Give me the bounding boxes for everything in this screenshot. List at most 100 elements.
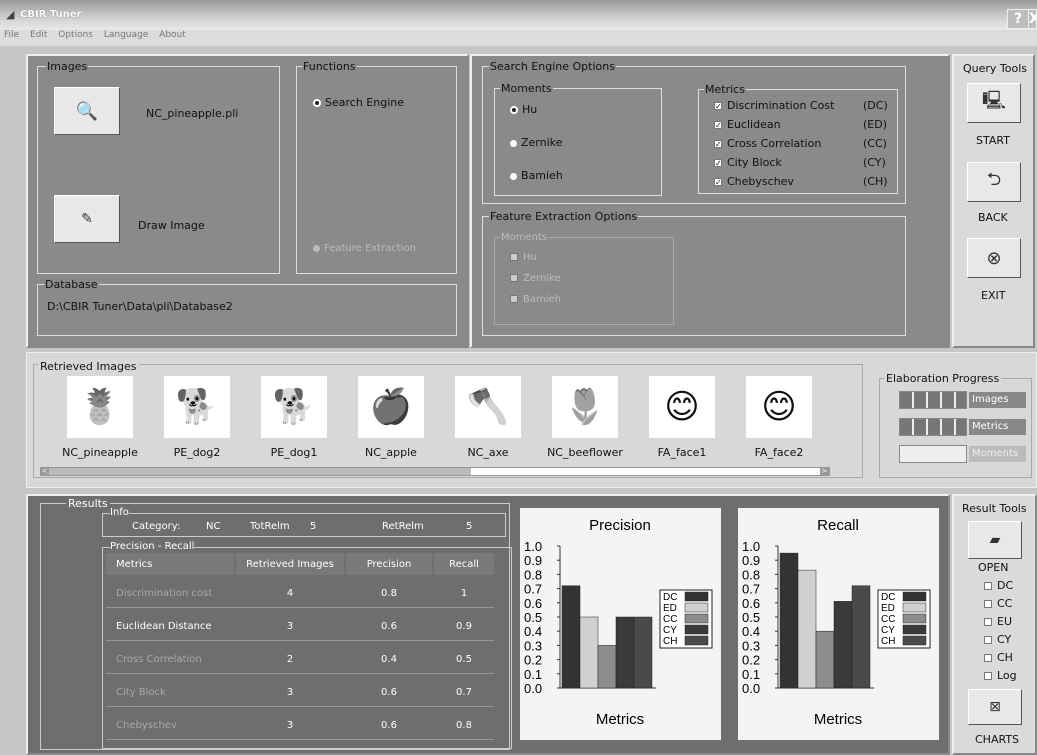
y-tick-label: 0.9 [524,553,542,568]
legend-swatch [902,602,927,613]
scrollbar-thumb[interactable] [41,468,471,475]
table-cell: City Block [116,686,166,698]
chart-title: Precision [589,517,651,534]
info-title: Info [110,507,129,518]
thumbnail-caption: FA_face1 [657,446,707,459]
thumbnail-caption: FA_face2 [754,446,804,459]
close-button[interactable]: X [1028,9,1037,29]
help-button[interactable]: ? [1007,9,1029,29]
recall-chart: Recall 1.0 0.9 0.8 0.7 0.6 0.5 0.4 0.3 0.2 0.1 0.0 D… [738,508,939,740]
table-cell: Chebyschev [116,719,177,731]
y-tick-label: 0.5 [742,610,760,625]
result-tools-checkbox[interactable]: CH [984,651,1013,664]
exit-label: EXIT [981,289,1006,302]
chart-icon: ⊠ [989,699,1001,715]
bar-cy [833,601,853,689]
open-button[interactable]: ▰ [968,521,1022,559]
y-tick-label: 0.5 [524,610,542,625]
thumbnail-caption: PE_dog1 [270,446,318,459]
checkbox-icon [984,618,992,626]
table-cell: Discrimination cost [116,587,213,599]
menu-language[interactable]: Language [104,30,148,40]
metric-ch-code: (CH) [863,175,888,188]
menu-options[interactable]: Options [58,30,93,40]
legend-label: CY [663,625,677,636]
fe-hu-checkbox[interactable]: Hu [510,252,537,263]
radio-icon [510,139,517,147]
progress-label: Metrics [969,419,1026,435]
retrieved-thumbnail[interactable]: 🐕 [261,376,327,438]
result-tools-checkbox[interactable]: CY [984,633,1011,646]
legend-swatch [684,624,709,635]
result-tools-checkbox[interactable]: Log [984,669,1017,682]
metric-ed-code: (ED) [863,118,888,131]
back-button[interactable]: ⮌ [967,162,1021,202]
moment-zernike-radio[interactable]: Zernike [510,136,562,149]
horizontal-scrollbar[interactable] [40,467,830,476]
fe-zernike-checkbox[interactable]: Zernike [510,273,561,284]
progress-fill [900,419,966,435]
checkbox-icon [984,582,992,590]
thumbnail-drawing-icon: 🐕 [272,387,316,427]
retrieved-thumbnail[interactable]: 🐕 [164,376,230,438]
metric-ch-checkbox[interactable]: ✓ Chebyschev [714,175,794,188]
retrieved-thumbnail[interactable]: 😊 [746,376,812,438]
metric-cc-checkbox[interactable]: ✓ Cross Correlation [714,137,821,150]
thumbnail-drawing-icon: 🍎 [369,387,413,427]
search-engine-radio[interactable]: Search Engine [313,96,404,109]
progress-label: Images [969,392,1026,408]
table-cell: 0.8 [381,587,397,599]
table-cell: 0.8 [456,719,472,731]
result-tools-checkbox[interactable]: DC [984,579,1013,592]
menu-edit[interactable]: Edit [30,30,47,40]
table-header-cell: Precision [346,553,432,575]
bar-ch [633,616,653,689]
thumbnail-caption: NC_pineapple [62,446,138,459]
y-tick-label: 0.1 [742,667,760,682]
retrieved-thumbnail[interactable]: 🪓 [455,376,521,438]
bar-cc [597,645,617,689]
images-group-title: Images [46,60,89,73]
metric-cy-code: (CY) [863,156,886,169]
database-group-title: Database [44,278,99,291]
feature-extraction-radio[interactable]: Feature Extraction [313,243,416,254]
table-header-cell: Recall [434,553,494,575]
metric-cy-checkbox[interactable]: ✓ City Block [714,156,782,169]
bar-cy [615,616,635,689]
retrieved-thumbnail[interactable]: 🍍 [67,376,133,438]
metric-ed-checkbox[interactable]: ✓ Euclidean [714,118,781,131]
fe-moments-title: Moments [500,232,549,243]
retrieved-thumbnail[interactable]: 🍎 [358,376,424,438]
scroll-left-button[interactable]: < [40,467,49,476]
draw-image-label: Draw Image [138,219,205,232]
app-icon: ◢ [6,8,15,21]
result-tools-checkbox[interactable]: EU [984,615,1012,628]
retrieved-thumbnail[interactable]: 😊 [649,376,715,438]
menu-about[interactable]: About [159,30,186,40]
moment-hu-radio[interactable]: Hu [510,103,537,116]
retrieved-thumbnail[interactable]: 🌷 [552,376,618,438]
open-image-button[interactable]: 🔍 [54,87,120,135]
moment-bamieh-radio[interactable]: Bamieh [510,169,563,182]
result-tools-checkbox[interactable]: CC [984,597,1012,610]
progress-bar [899,391,967,409]
table-header-cell: Retrieved Images [236,553,344,575]
functions-group-title: Functions [302,60,357,73]
search-engine-label: Search Engine [325,96,404,109]
checkbox-icon [984,636,992,644]
exit-button[interactable]: ⊗ [967,238,1021,278]
menu-file[interactable]: File [4,30,19,40]
category-value: NC [206,521,221,532]
thumbnail-caption: NC_apple [365,446,417,459]
metric-dc-checkbox[interactable]: ✓ Discrimination Cost [714,99,834,112]
scroll-right-button[interactable]: > [820,467,829,476]
pencil-icon: ✎ [81,211,93,227]
checkbox-checked-icon: ✓ [714,121,722,130]
checkbox-checked-icon: ✓ [714,140,722,149]
fe-bamieh-checkbox[interactable]: Bamieh [510,294,561,305]
start-button[interactable]: 🖳 [967,83,1021,123]
checkbox-icon [984,654,992,662]
undo-icon: ⮌ [986,169,1002,190]
draw-image-button[interactable]: ✎ [54,195,120,243]
charts-button[interactable]: ⊠ [968,689,1022,725]
